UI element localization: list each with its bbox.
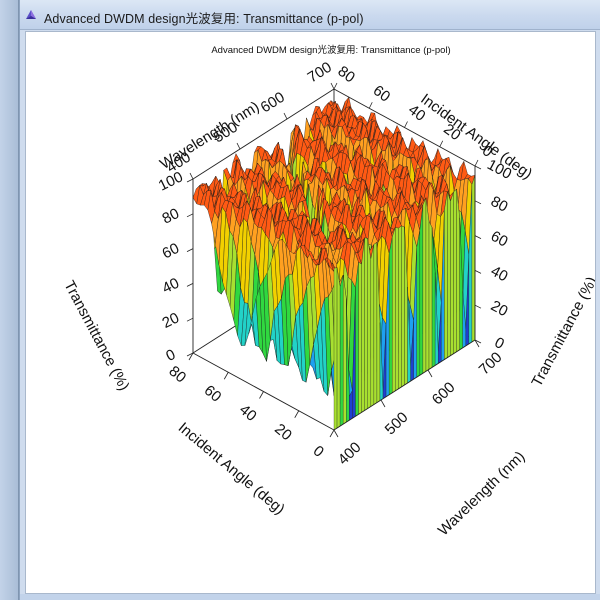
wavelength-tick-top xyxy=(283,112,288,120)
surface-side xyxy=(361,237,365,413)
z-tick-right xyxy=(474,200,482,205)
z-tick-right xyxy=(474,165,482,170)
surface-side xyxy=(358,261,362,415)
plot-area: Advanced DWDM design光波复用: Transmittance … xyxy=(25,31,596,594)
wavelength-tick-label-front: 600 xyxy=(429,379,459,409)
surface xyxy=(192,96,476,431)
wavelength-tick-front xyxy=(333,429,339,438)
z-tick-label-left: 20 xyxy=(160,309,182,332)
surface-side xyxy=(392,227,396,394)
plot-window: Advanced DWDM design光波复用: Transmittance … xyxy=(19,0,600,600)
z-tick-left xyxy=(186,283,194,287)
wavelength-tick-label-front: 700 xyxy=(476,349,506,379)
surface-side xyxy=(444,191,448,360)
surface-side xyxy=(401,225,405,388)
angle-tick-top xyxy=(333,82,338,90)
title-bar[interactable]: Advanced DWDM design光波复用: Transmittance … xyxy=(20,0,600,30)
surface-side xyxy=(349,390,353,421)
z-tick-left xyxy=(186,317,194,322)
surface-side xyxy=(373,242,378,405)
app-icon xyxy=(26,10,36,19)
z-axis-label-right: Transmittance (%) xyxy=(528,274,595,390)
angle-tick-label-front: 80 xyxy=(165,363,189,387)
surface-side xyxy=(395,227,399,392)
surface-side xyxy=(355,262,359,417)
wavelength-tick-top xyxy=(189,172,194,180)
angle-tick-label-front: 60 xyxy=(201,382,225,406)
angle-tick-front xyxy=(329,429,335,438)
surface-chart: Advanced DWDM design光波复用: Transmittance … xyxy=(60,44,595,539)
surface-side xyxy=(453,188,457,354)
surface-side xyxy=(336,267,341,429)
surface-side xyxy=(343,275,347,425)
z-tick-label-right: 60 xyxy=(488,228,511,251)
angle-tick-front xyxy=(223,372,229,380)
angle-tick-label-front: 20 xyxy=(271,420,295,444)
angle-tick-label-front: 40 xyxy=(236,401,260,425)
z-tick-left xyxy=(186,178,194,183)
angle-axis-label-front: Incident Angle (deg) xyxy=(175,419,288,518)
surface-side xyxy=(425,197,430,372)
angle-tick-front xyxy=(259,391,264,399)
wavelength-tick-label-front: 400 xyxy=(335,439,365,469)
surface-side xyxy=(471,175,476,343)
z-tick-label-right: 20 xyxy=(488,297,511,320)
wavelength-tick-top xyxy=(330,82,335,90)
surface-side xyxy=(367,238,371,409)
z-tick-left xyxy=(186,248,194,252)
z-tick-label-left: 80 xyxy=(160,205,182,228)
surface-side xyxy=(428,221,433,370)
surface-side xyxy=(389,237,393,396)
angle-tick-top xyxy=(404,121,408,128)
angle-tick-top xyxy=(474,159,479,167)
surface-side xyxy=(370,244,374,407)
surface-side xyxy=(456,189,460,353)
z-tick-right xyxy=(474,304,482,309)
chart-title: Advanced DWDM design光波复用: Transmittance … xyxy=(211,44,450,56)
wavelength-tick-front xyxy=(380,399,386,408)
surface-side xyxy=(364,237,368,411)
angle-tick-label-top: 60 xyxy=(370,82,393,106)
surface-side xyxy=(450,192,454,356)
angle-tick-label-top: 80 xyxy=(335,63,358,87)
surface-side xyxy=(333,267,338,431)
surface-side xyxy=(416,230,420,378)
wavelength-axis-label-top: Wavelength (nm) xyxy=(157,98,262,173)
angle-tick-front xyxy=(294,410,300,418)
wavelength-tick-label-front: 500 xyxy=(382,409,412,439)
angle-tick-top xyxy=(439,140,444,147)
surface-side xyxy=(398,225,402,390)
z-tick-right xyxy=(474,270,482,274)
window-title: Advanced DWDM design光波复用: Transmittance … xyxy=(44,12,364,26)
z-tick-label-left: 40 xyxy=(160,275,182,298)
surface-side xyxy=(422,197,427,374)
wavelength-tick-front xyxy=(427,369,433,378)
angle-tick-label-front: 0 xyxy=(310,442,327,460)
surface-side xyxy=(339,275,344,427)
adjacent-window-edge xyxy=(0,0,19,600)
z-tick-label-left: 60 xyxy=(160,240,182,263)
wavelength-tick-top xyxy=(236,142,241,150)
wavelength-axis-label-front: Wavelength (nm) xyxy=(435,448,529,539)
z-tick-left xyxy=(186,213,194,218)
z-axis-label-left: Transmittance (%) xyxy=(60,278,132,394)
z-tick-label-right: 40 xyxy=(488,263,511,286)
window-bottom-border xyxy=(20,594,600,600)
z-tick-label-right: 80 xyxy=(488,193,511,216)
angle-tick-top xyxy=(368,102,373,109)
surface-side xyxy=(447,191,451,358)
surface-side xyxy=(419,204,424,376)
z-tick-right xyxy=(474,235,482,239)
wavelength-tick-label-top: 700 xyxy=(305,59,335,87)
